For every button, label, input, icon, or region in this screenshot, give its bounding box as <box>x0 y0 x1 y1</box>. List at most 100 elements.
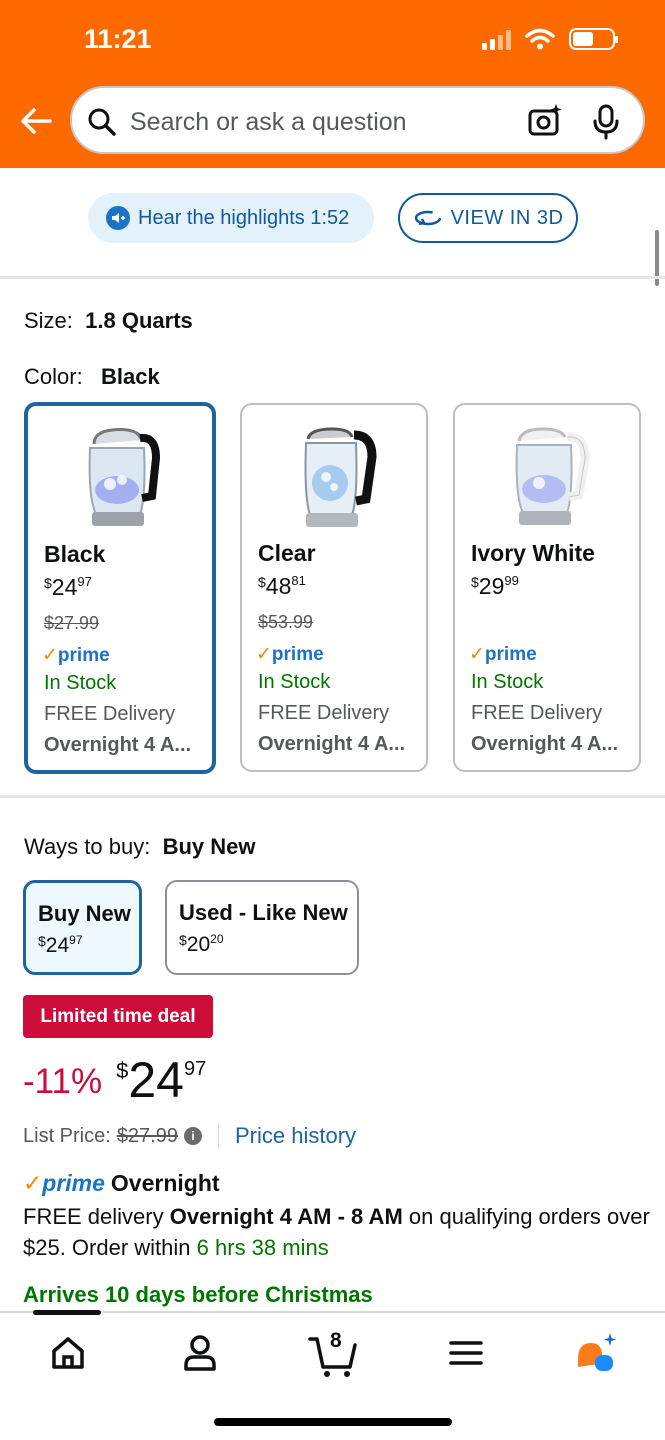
buy-option-title: Used - Like New <box>179 900 348 925</box>
price-fraction: 97 <box>183 1058 207 1080</box>
hear-highlights-label: Hear the highlights 1:52 <box>138 206 350 229</box>
price-fraction: 81 <box>291 573 306 588</box>
cellular-signal-icon <box>482 28 511 50</box>
kettle-black-image <box>88 428 161 526</box>
account-icon[interactable] <box>178 1331 222 1375</box>
card-overnight: Overnight 4 A... <box>44 734 192 756</box>
color-label: Color: <box>24 364 83 389</box>
price-fraction: 99 <box>504 573 519 588</box>
price-history-link[interactable]: Price history <box>235 1123 356 1149</box>
overnight-label: Overnight <box>110 1170 220 1196</box>
prime-check-icon: ✓ <box>23 1170 43 1196</box>
audio-play-icon <box>106 206 130 230</box>
price-fraction: 20 <box>210 932 224 946</box>
card-price: $2999 <box>471 573 519 600</box>
view-in-3d-button[interactable]: VIEW IN 3D <box>398 193 578 243</box>
ways-to-buy-row: Ways to buy: Buy New <box>24 834 256 860</box>
prime-label: prime <box>42 1170 105 1196</box>
card-delivery: FREE Delivery <box>44 703 176 725</box>
cart-count: 8 <box>330 1329 342 1352</box>
price-whole: 48 <box>265 573 292 599</box>
status-icons <box>482 28 618 50</box>
view-in-3d-label: VIEW IN 3D <box>450 206 564 229</box>
cart-icon[interactable]: 8 <box>308 1329 360 1379</box>
limited-time-deal-badge: Limited time deal <box>23 995 213 1038</box>
price-fraction: 97 <box>77 574 92 589</box>
app-header: 11:21 Search or ask a question <box>0 0 665 168</box>
delivery-countdown: 6 hrs 38 mins <box>196 1235 329 1260</box>
prime-badge: ✓prime <box>469 644 537 665</box>
main-price-row: -11% $ 24 97 <box>23 1052 206 1108</box>
currency-symbol: $ <box>44 575 52 591</box>
info-icon[interactable]: i <box>183 1127 202 1145</box>
price-whole: 24 <box>51 574 78 600</box>
price-whole: 24 <box>128 1052 184 1108</box>
used-like-new-option[interactable]: Used - Like New $2020 <box>165 880 359 975</box>
prime-overnight-badge: ✓ prime Overnight <box>23 1170 220 1197</box>
buy-option-price: $2020 <box>179 932 224 957</box>
prime-badge: ✓prime <box>42 645 110 666</box>
kettle-clear-image <box>304 427 377 527</box>
arrives-before-christmas: Arrives 10 days before Christmas <box>23 1282 373 1307</box>
card-overnight: Overnight 4 A... <box>471 733 619 755</box>
prime-label: prime <box>57 645 110 666</box>
currency-symbol: $ <box>258 574 266 590</box>
color-row: Color: Black <box>24 364 160 390</box>
prime-badge: ✓prime <box>256 644 324 665</box>
ways-to-buy-label: Ways to buy: <box>24 834 151 859</box>
rotate-3d-icon <box>414 210 441 226</box>
card-delivery: FREE Delivery <box>471 702 603 724</box>
delivery-message: FREE delivery Overnight 4 AM - 8 AM on q… <box>23 1201 653 1263</box>
wifi-icon <box>525 28 555 50</box>
list-price-label: List Price: <box>23 1124 111 1147</box>
color-option-black[interactable]: Black $2497 $27.99 ✓prime In Stock FREE … <box>24 402 216 774</box>
color-option-clear[interactable]: Clear $4881 $53.99 ✓prime In Stock FREE … <box>240 403 428 772</box>
card-price: $4881 <box>258 573 306 600</box>
list-price-row: List Price: $27.99 i Price history <box>23 1123 356 1149</box>
card-overnight: Overnight 4 A... <box>258 733 406 755</box>
list-price-value: $27.99 <box>116 1124 178 1147</box>
nav-active-indicator <box>33 1310 101 1315</box>
search-placeholder: Search or ask a question <box>130 108 407 136</box>
currency-symbol: $ <box>38 933 46 949</box>
kettle-ivory-white-image <box>515 427 590 525</box>
price-whole: 24 <box>45 934 70 957</box>
camera-search-icon[interactable] <box>527 103 563 139</box>
home-icon[interactable] <box>46 1331 90 1375</box>
buy-option-title: Buy New <box>38 901 131 926</box>
hear-highlights-button[interactable]: Hear the highlights 1:52 <box>88 193 374 243</box>
delivery-prefix: FREE delivery <box>23 1204 164 1229</box>
search-icon <box>88 108 116 136</box>
microphone-icon[interactable] <box>591 104 621 140</box>
size-label: Size: <box>24 308 73 333</box>
main-price: $ 24 97 <box>116 1052 206 1108</box>
card-stock-status: In Stock <box>44 672 117 694</box>
card-list-price: $53.99 <box>258 612 314 632</box>
card-color-name: Black <box>44 541 106 567</box>
buy-new-option[interactable]: Buy New $2497 <box>23 880 142 975</box>
price-whole: 29 <box>478 573 505 599</box>
battery-icon <box>569 28 618 50</box>
color-option-ivory-white[interactable]: Ivory White $2999 ✓prime In Stock FREE D… <box>453 403 641 772</box>
card-list-price: $27.99 <box>44 613 100 633</box>
prime-label: prime <box>484 644 537 665</box>
size-value: 1.8 Quarts <box>85 308 193 333</box>
card-color-name: Clear <box>258 540 316 566</box>
price-fraction: 97 <box>69 933 83 947</box>
back-arrow-icon[interactable] <box>18 103 54 139</box>
home-indicator <box>214 1418 452 1426</box>
delivery-window: Overnight 4 AM - 8 AM <box>169 1204 403 1229</box>
card-stock-status: In Stock <box>471 671 544 693</box>
separator <box>217 1124 219 1148</box>
prime-label: prime <box>271 644 324 665</box>
price-whole: 20 <box>186 933 211 956</box>
menu-icon[interactable] <box>444 1331 488 1375</box>
currency-symbol: $ <box>179 932 187 948</box>
buy-option-price: $2497 <box>38 933 83 958</box>
search-input[interactable]: Search or ask a question <box>70 86 645 154</box>
divider <box>0 276 665 279</box>
currency-symbol: $ <box>116 1058 129 1083</box>
color-value: Black <box>101 364 160 389</box>
divider <box>0 795 665 798</box>
rufus-ai-icon[interactable] <box>574 1331 618 1375</box>
